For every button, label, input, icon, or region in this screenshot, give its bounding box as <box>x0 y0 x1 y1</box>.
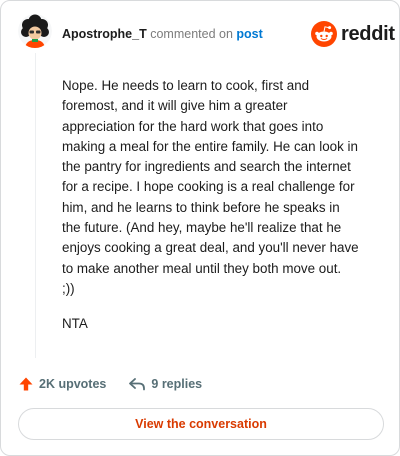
thread-line <box>35 53 36 358</box>
upvote-arrow-icon <box>19 377 33 391</box>
reddit-logo-icon <box>311 21 337 47</box>
comment-actions: 2K upvotes 9 replies <box>18 373 202 395</box>
reddit-brand[interactable]: reddit <box>311 20 395 48</box>
reply-arrow-icon <box>129 378 146 391</box>
replies-button[interactable]: 9 replies <box>128 376 202 392</box>
upvote-count: 2K upvotes <box>39 377 107 391</box>
avatar[interactable] <box>18 14 52 48</box>
upvote-button[interactable]: 2K upvotes <box>18 376 106 392</box>
username-link[interactable]: Apostrophe_T <box>62 27 147 41</box>
avatar-icon <box>18 14 52 48</box>
comment-verdict: NTA <box>62 316 88 331</box>
post-link[interactable]: post <box>236 27 262 41</box>
reddit-wordmark: reddit <box>341 22 395 45</box>
view-conversation-button[interactable]: View the conversation <box>18 408 384 440</box>
comment-card: Apostrophe_T commented on post reddit No… <box>0 0 400 456</box>
reply-count: 9 replies <box>151 377 203 391</box>
comment-header: Apostrophe_T commented on post reddit <box>1 1 400 65</box>
commented-on-text: commented on <box>150 27 233 41</box>
comment-meta: Apostrophe_T commented on post <box>62 27 263 41</box>
comment-body: Nope. He needs to learn to cook, first a… <box>62 78 359 296</box>
